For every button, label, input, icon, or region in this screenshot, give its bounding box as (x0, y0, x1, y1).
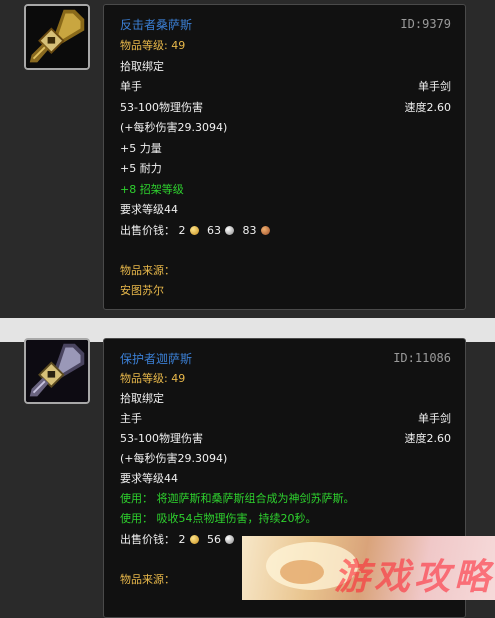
item-slot: 单手 (120, 80, 142, 93)
sword-icon (24, 4, 90, 70)
sell-price-label: 出售价钱： (120, 224, 175, 237)
use-effect-combine: 使用： 将迦萨斯和桑萨斯组合成为神剑苏萨斯。 (120, 492, 355, 505)
attack-speed: 速度2.60 (404, 101, 452, 114)
sword-icon (24, 338, 90, 404)
sell-silver: 56 (207, 533, 221, 546)
site-watermark: 游戏攻略 (242, 536, 495, 600)
bonus-parry: +8 招架等级 (120, 183, 184, 196)
silver-coin-icon (225, 535, 234, 544)
dps: (+每秒伤害29.3094) (120, 452, 228, 465)
sell-gold: 2 (178, 224, 186, 237)
source-value[interactable]: 安图苏尔 (120, 284, 164, 298)
sell-copper: 83 (242, 224, 257, 237)
weapon-type: 单手剑 (418, 80, 451, 93)
bind-type: 拾取绑定 (120, 60, 164, 73)
damage-range: 53-100物理伤害 (120, 101, 203, 114)
stat-stamina: +5 耐力 (120, 162, 162, 175)
item-name[interactable]: 保护者迦萨斯 (120, 352, 192, 366)
sell-price: 出售价钱： 2 56 (120, 533, 239, 547)
required-level: 要求等级44 (120, 203, 178, 216)
damage-range: 53-100物理伤害 (120, 432, 203, 445)
item-level: 物品等级: 49 (120, 372, 186, 385)
gold-coin-icon (189, 226, 199, 235)
copper-coin-icon (260, 226, 270, 235)
item-section-1: 反击者桑萨斯 ID:9379 物品等级: 49 拾取绑定 单手 单手剑 53-1… (0, 0, 495, 318)
item-id: ID:9379 (400, 17, 451, 31)
sell-silver: 63 (207, 224, 221, 237)
silver-coin-icon (225, 226, 234, 235)
weapon-type: 单手剑 (418, 412, 451, 425)
bind-type: 拾取绑定 (120, 392, 164, 405)
stat-strength: +5 力量 (120, 142, 162, 155)
item-slot: 主手 (120, 412, 142, 425)
item-name[interactable]: 反击者桑萨斯 (120, 18, 192, 32)
sell-gold: 2 (178, 533, 186, 546)
gold-coin-icon (189, 535, 199, 544)
source-label: 物品来源： (120, 573, 175, 586)
sell-price-label: 出售价钱： (120, 533, 175, 546)
attack-speed: 速度2.60 (404, 432, 452, 445)
source-label: 物品来源： (120, 264, 175, 277)
item-tooltip-1: 反击者桑萨斯 ID:9379 物品等级: 49 拾取绑定 单手 单手剑 53-1… (103, 4, 466, 310)
watermark-text: 游戏攻略 (334, 557, 495, 598)
item-level: 物品等级: 49 (120, 39, 186, 52)
dps: (+每秒伤害29.3094) (120, 121, 228, 134)
item-id: ID:11086 (393, 351, 451, 365)
required-level: 要求等级44 (120, 472, 178, 485)
sell-price: 出售价钱： 2 63 83 (120, 224, 275, 238)
use-effect-absorb: 使用： 吸收54点物理伤害，持续20秒。 (120, 512, 317, 525)
